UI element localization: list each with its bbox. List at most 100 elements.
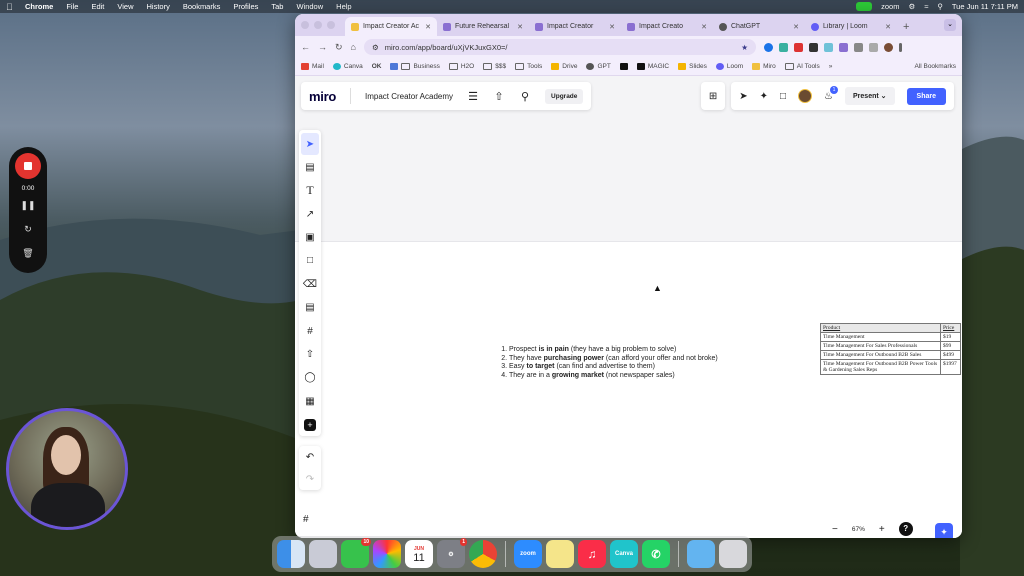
bookmark-ai-tools[interactable]: AI Tools xyxy=(784,63,820,70)
celebrate-icon[interactable]: ✦ xyxy=(760,91,768,102)
apps-grid-icon[interactable]: ⊞ xyxy=(709,91,717,102)
music-icon[interactable]: ♫ xyxy=(578,540,606,568)
bookmark-canva[interactable]: Canva xyxy=(332,63,363,70)
menu-view[interactable]: View xyxy=(117,2,133,11)
menu-help[interactable]: Help xyxy=(336,2,351,11)
bookmark-ok[interactable]: OK xyxy=(372,63,382,70)
zoom-level[interactable]: 67% xyxy=(852,526,865,533)
diagram-icon[interactable]: ◯ xyxy=(301,367,319,389)
messages-icon[interactable]: 10 xyxy=(341,538,371,568)
menu-window[interactable]: Window xyxy=(296,2,323,11)
tab-search-button[interactable]: ⌄ xyxy=(944,19,956,31)
tab-future-rehearsal[interactable]: Future Rehearsal ✕ xyxy=(437,17,529,36)
restart-icon[interactable]: ↻ xyxy=(24,222,32,240)
tab-chatgpt[interactable]: ChatGPT ✕ xyxy=(713,17,805,36)
close-tab-icon[interactable]: ✕ xyxy=(517,23,523,31)
board-name[interactable]: Impact Creator Academy xyxy=(365,92,453,101)
tab-impact-creator-academy[interactable]: Impact Creator Ac ✕ xyxy=(345,17,437,36)
finder-icon[interactable] xyxy=(277,540,305,568)
maximize-window-button[interactable] xyxy=(327,21,335,29)
bookmark-mail[interactable]: Mail xyxy=(301,63,324,70)
close-tab-icon[interactable]: ✕ xyxy=(701,23,707,31)
search-icon[interactable]: ⚲ xyxy=(519,90,531,103)
bookmark-black-1[interactable] xyxy=(619,63,628,70)
export-icon[interactable]: ⇧ xyxy=(493,90,505,103)
close-tab-icon[interactable]: ✕ xyxy=(885,23,891,31)
close-tab-icon[interactable]: ✕ xyxy=(609,23,615,31)
hamburger-menu-icon[interactable]: ☰ xyxy=(467,90,479,103)
price-table[interactable]: Product Price Time Management $19 Time M… xyxy=(820,323,961,375)
menu-bookmarks[interactable]: Bookmarks xyxy=(183,2,221,11)
zoom-in-button[interactable]: + xyxy=(879,524,885,535)
tab-loom-library[interactable]: Library | Loom ✕ xyxy=(805,17,897,36)
close-tab-icon[interactable]: ✕ xyxy=(425,23,431,31)
bookmark-slides[interactable]: Slides xyxy=(678,63,707,70)
upgrade-button[interactable]: Upgrade xyxy=(545,88,584,104)
profile-avatar[interactable] xyxy=(883,42,893,52)
chrome-icon[interactable] xyxy=(469,540,497,568)
bookmark-money[interactable]: $$$ xyxy=(483,63,506,70)
omnibox[interactable]: ⚙ miro.com/app/board/uXjVKJuxGX0=/ ★ xyxy=(363,39,756,55)
bookmark-h2o[interactable]: H2O xyxy=(448,63,474,70)
stop-recording-button[interactable] xyxy=(15,153,41,179)
more-menu-icon[interactable] xyxy=(898,42,902,52)
new-tab-button[interactable]: + xyxy=(897,21,915,36)
close-window-button[interactable] xyxy=(301,21,309,29)
menu-app-name[interactable]: Chrome xyxy=(25,2,53,11)
launchpad-icon[interactable] xyxy=(309,540,337,568)
download-icon[interactable] xyxy=(868,42,878,52)
notes-icon[interactable] xyxy=(546,540,574,568)
site-info-icon[interactable]: ⚙ xyxy=(372,43,379,52)
bookmarks-overflow-icon[interactable]: » xyxy=(829,63,833,70)
miro-board[interactable]: miro Impact Creator Academy ☰ ⇧ ⚲ Upgrad… xyxy=(295,76,962,538)
extension-icon[interactable] xyxy=(823,42,833,52)
upload-icon[interactable]: ⇧ xyxy=(301,344,319,366)
minimize-window-button[interactable] xyxy=(314,21,322,29)
extension-icon[interactable] xyxy=(793,42,803,52)
home-icon[interactable]: ⌂ xyxy=(351,42,356,52)
canva-app-icon[interactable]: Canva xyxy=(610,540,638,568)
back-arrow-icon[interactable]: ← xyxy=(301,42,310,52)
whatsapp-icon[interactable]: ✆ xyxy=(642,540,670,568)
all-bookmarks-button[interactable]: All Bookmarks xyxy=(911,63,956,70)
zoom-status-label[interactable]: zoom xyxy=(881,2,899,11)
zoom-out-button[interactable]: − xyxy=(832,524,838,535)
zoom-camera-icon[interactable] xyxy=(856,2,873,11)
templates-icon[interactable]: ▤ xyxy=(301,156,319,178)
redo-icon[interactable]: ↷ xyxy=(306,474,314,485)
apple-icon[interactable]:  xyxy=(6,2,15,12)
menu-history[interactable]: History xyxy=(147,2,170,11)
trash-icon[interactable] xyxy=(719,540,747,568)
calendar-icon[interactable]: JUN 11 xyxy=(405,540,433,568)
menu-edit[interactable]: Edit xyxy=(91,2,104,11)
zoom-app-icon[interactable]: zoom xyxy=(514,540,542,568)
frame-tool-icon[interactable]: # xyxy=(301,320,319,342)
photos-icon[interactable] xyxy=(373,540,401,568)
present-button[interactable]: Present ⌄ xyxy=(845,87,895,105)
connector-line-icon[interactable]: ↗ xyxy=(301,203,319,225)
comment-icon[interactable]: □ xyxy=(780,91,786,102)
text-tool-icon[interactable]: T xyxy=(301,180,319,202)
reload-icon[interactable]: ↻ xyxy=(335,42,343,53)
image-icon[interactable]: ▦ xyxy=(301,390,319,412)
bell-icon[interactable]: ♨ 1 xyxy=(824,85,839,102)
camera-bubble[interactable] xyxy=(6,408,128,530)
close-tab-icon[interactable]: ✕ xyxy=(793,23,799,31)
sticky-note-icon[interactable]: ▣ xyxy=(301,227,319,249)
miro-logo[interactable]: miro xyxy=(309,89,336,104)
search-icon[interactable]: ⚲ xyxy=(937,2,943,11)
gear-icon[interactable]: ⚙ xyxy=(908,2,915,11)
extension-icon[interactable] xyxy=(838,42,848,52)
bookmark-magic[interactable]: MAGIC xyxy=(636,63,669,70)
undo-icon[interactable]: ↶ xyxy=(306,452,314,463)
url-text[interactable]: miro.com/app/board/uXjVKJuxGX0=/ xyxy=(385,43,736,52)
bookmark-business[interactable]: Business xyxy=(390,63,440,70)
menu-profiles[interactable]: Profiles xyxy=(233,2,258,11)
downloads-folder-icon[interactable] xyxy=(687,540,715,568)
extension-icon[interactable] xyxy=(763,42,773,52)
extension-icon[interactable] xyxy=(808,42,818,52)
menu-tab[interactable]: Tab xyxy=(271,2,283,11)
forward-arrow-icon[interactable]: → xyxy=(318,42,327,52)
tab-impact-creator-3[interactable]: Impact Creato ✕ xyxy=(621,17,713,36)
bookmark-drive[interactable]: Drive xyxy=(551,63,577,70)
